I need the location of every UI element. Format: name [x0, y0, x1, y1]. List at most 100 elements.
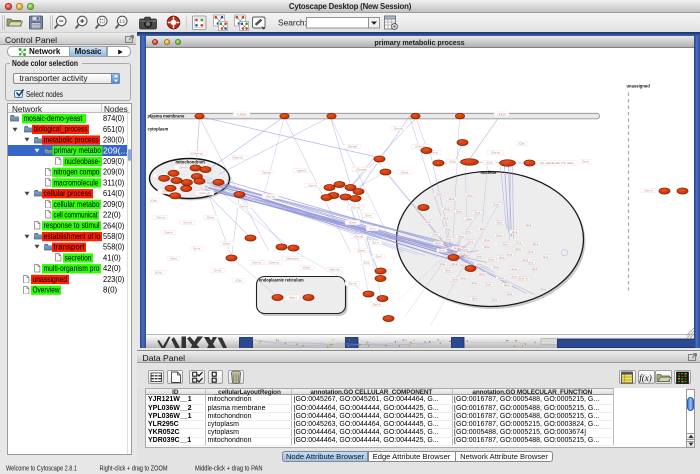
svg-text:264(0): 264(0)	[103, 220, 125, 230]
svg-text:Gn-a: Gn-a	[493, 265, 499, 268]
svg-text:(Ge-a): (Ge-a)	[266, 194, 275, 198]
svg-text:cellular process: cellular process	[44, 188, 92, 198]
svg-text:Gen-b: Gen-b	[239, 204, 248, 208]
svg-text:Gn-e: Gn-e	[372, 240, 379, 244]
svg-text:(G-b): (G-b)	[155, 270, 162, 274]
svg-text:209(0): 209(0)	[103, 156, 125, 166]
svg-text:41(0): 41(0)	[103, 252, 121, 262]
svg-text:cellular metabo: cellular metabo	[54, 199, 100, 209]
svg-text:unassigned: unassigned	[626, 83, 650, 88]
svg-text:209(0): 209(0)	[103, 199, 125, 209]
svg-text:Gn-a: Gn-a	[439, 263, 445, 266]
svg-text:Ge-cd: Ge-cd	[183, 220, 192, 224]
svg-text:nucleobase-: nucleobase-	[65, 156, 101, 166]
svg-text:Gn-a: Gn-a	[488, 258, 494, 261]
svg-text:(Gen): (Gen)	[206, 215, 214, 219]
svg-text:(Gen-d): (Gen-d)	[199, 191, 209, 195]
svg-text:Gn-a: Gn-a	[467, 240, 473, 243]
svg-text:aGn: aGn	[444, 243, 450, 247]
svg-text:YBR29: YBR29	[496, 112, 506, 116]
svg-text:aGn: aGn	[462, 253, 468, 257]
svg-text:Gn-tb: Gn-tb	[213, 268, 221, 272]
svg-text:Welcome to Cytoscape 2.8.1: Welcome to Cytoscape 2.8.1	[6, 466, 77, 473]
svg-text:Mitochon: Mitochon	[286, 256, 299, 260]
svg-text:(Gen): (Gen)	[348, 220, 356, 224]
svg-text:(Gw): (Gw)	[150, 198, 157, 202]
svg-text:unassigned: unassigned	[33, 274, 68, 284]
svg-text:Gn-a: Gn-a	[518, 277, 524, 280]
svg-text:558(0): 558(0)	[103, 242, 125, 252]
svg-text:Gn-a: Gn-a	[498, 256, 504, 259]
svg-text:Gn-a: Gn-a	[474, 211, 480, 214]
svg-text:Gn-a: Gn-a	[465, 230, 471, 233]
svg-text:YLR081: YLR081	[236, 112, 247, 116]
svg-text:Gn-a: Gn-a	[448, 198, 454, 201]
svg-text:Gn-a: Gn-a	[471, 297, 477, 300]
svg-text:8(0): 8(0)	[103, 285, 117, 295]
svg-text:Gn-a: Gn-a	[484, 239, 490, 242]
svg-text:Gn-a: Gn-a	[498, 277, 504, 280]
svg-text:Gn-a: Gn-a	[460, 276, 466, 279]
svg-text:Gn-a: Gn-a	[425, 221, 431, 224]
svg-text:transport: transport	[54, 242, 86, 252]
svg-text:Gn-a: Gn-a	[478, 272, 484, 275]
svg-text:(Gen-l): (Gen-l)	[178, 165, 187, 169]
svg-text:endoplasmic reticulum: endoplasmic reticulum	[259, 277, 304, 282]
svg-text:primary metabo: primary metabo	[54, 145, 101, 155]
svg-text:Gn-a: Gn-a	[511, 275, 517, 278]
svg-text:metabolic process: metabolic process	[44, 134, 99, 144]
svg-text:209(0): 209(0)	[103, 167, 125, 177]
svg-text:Gn-a: Gn-a	[475, 255, 481, 258]
svg-text:f(x): f(x)	[639, 373, 652, 383]
svg-text:Gen-k: Gen-k	[164, 230, 173, 234]
svg-text:macromolecule: macromolecule	[54, 177, 99, 187]
svg-text:secretion: secretion	[65, 252, 92, 262]
svg-text:Gn-a: Gn-a	[511, 230, 517, 233]
svg-text:Gn-a: Gn-a	[491, 298, 497, 301]
svg-text:22(0): 22(0)	[103, 210, 121, 220]
svg-text:Right-click + drag to ZOOM: Right-click + drag to ZOOM	[100, 466, 168, 473]
svg-text:Gn-a: Gn-a	[485, 283, 491, 286]
svg-text:280(0): 280(0)	[103, 135, 125, 145]
svg-text:42(0): 42(0)	[103, 263, 121, 273]
svg-text:Gn-a: Gn-a	[466, 217, 472, 220]
svg-text:Gn-a: Gn-a	[496, 221, 502, 224]
svg-text:Gn-a: Gn-a	[451, 262, 457, 265]
svg-text:(Gen): (Gen)	[302, 265, 310, 269]
svg-text:(Gn): (Gn)	[486, 160, 492, 164]
svg-text:Gn-a: Gn-a	[511, 267, 517, 270]
svg-text:Gen-tr: Gen-tr	[308, 183, 317, 187]
svg-text:response to stimul: response to stimul	[44, 220, 100, 230]
svg-text:223(0): 223(0)	[103, 274, 125, 284]
svg-text:Gen-p: Gen-p	[156, 215, 165, 219]
svg-text:Man-t: Man-t	[289, 295, 297, 299]
svg-text:Ge-m: Ge-m	[192, 246, 200, 250]
svg-text:(Gw): (Gw)	[449, 159, 456, 163]
svg-text:Gn-a: Gn-a	[435, 242, 441, 245]
svg-text:Gn-a: Gn-a	[531, 268, 537, 271]
svg-text:311(0): 311(0)	[103, 177, 125, 187]
svg-text:Gn-a: Gn-a	[532, 243, 538, 246]
svg-text:(Gen-s): (Gen-s)	[232, 155, 242, 159]
svg-text:Gn-c: Gn-c	[369, 226, 376, 230]
svg-text:(Gn): (Gn)	[363, 260, 369, 264]
svg-text:(Gen): (Gen)	[357, 248, 365, 252]
svg-text:Gen-tb: Gen-tb	[393, 126, 403, 130]
svg-text:Gn-a: Gn-a	[506, 253, 512, 256]
svg-text:Gn-a: Gn-a	[527, 250, 533, 253]
svg-text:Genes: Genes	[262, 170, 271, 174]
svg-text:651(0): 651(0)	[103, 124, 125, 134]
svg-text:aGn: aGn	[447, 249, 453, 253]
svg-text:Gn-a: Gn-a	[458, 235, 464, 238]
svg-text:Gn-a: Gn-a	[542, 255, 548, 258]
svg-text:Gn-a: Gn-a	[515, 248, 521, 251]
svg-text:Gn-a: Gn-a	[432, 233, 438, 236]
svg-text:Gn-a: Gn-a	[451, 278, 457, 281]
svg-text:(Gene): (Gene)	[347, 144, 356, 148]
svg-text:874(0): 874(0)	[103, 113, 125, 123]
svg-text:Overview: Overview	[33, 285, 61, 295]
svg-text:nitrogen compo: nitrogen compo	[54, 167, 100, 177]
svg-text:Gn-a: Gn-a	[515, 241, 521, 244]
svg-text:(Gen): (Gen)	[222, 241, 230, 245]
svg-text:plasma membrane: plasma membrane	[147, 113, 184, 118]
